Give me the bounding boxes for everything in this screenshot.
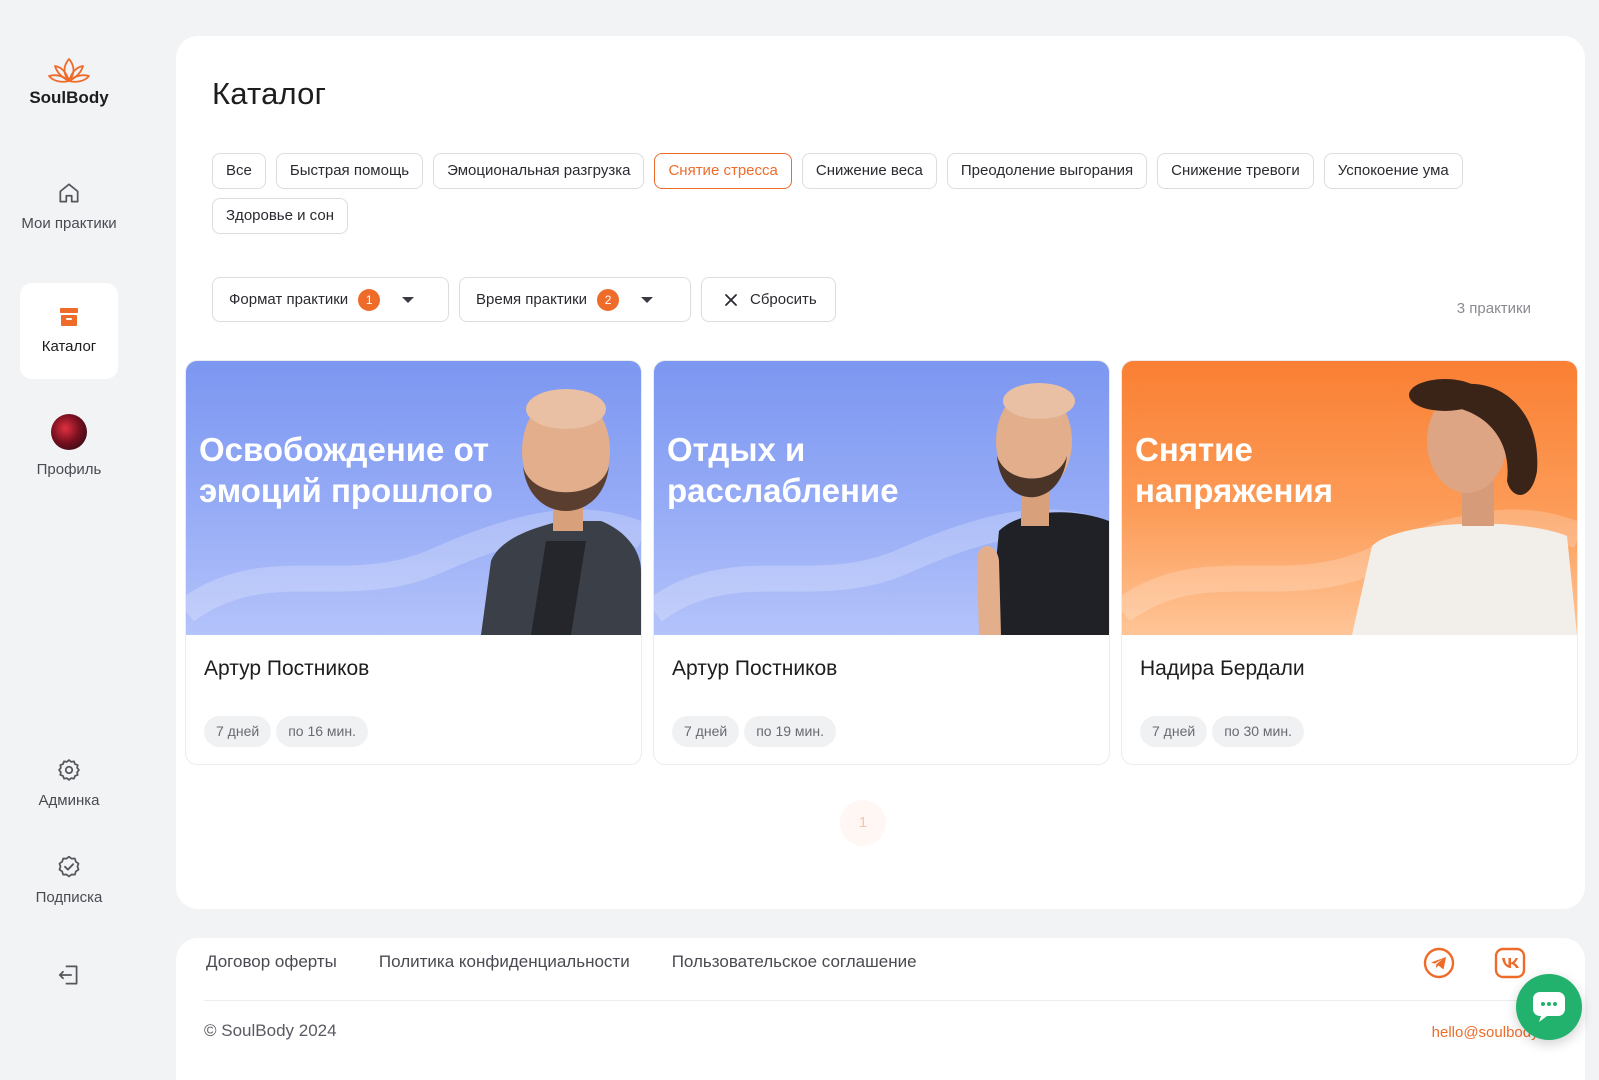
practice-cards: Освобождение от эмоций прошлого Артур По…	[185, 360, 1578, 765]
sidebar-item-label: Подписка	[35, 889, 103, 906]
chip-calm-mind[interactable]: Успокоение ума	[1323, 153, 1463, 189]
practice-card[interactable]: Отдых и расслабление Артур Постников 7 д…	[653, 360, 1110, 765]
card-author: Надира Бердали	[1140, 657, 1305, 680]
days-tag: 7 дней	[672, 716, 740, 747]
filters-bar: Формат практики 1 Время практики 2 Сброс…	[212, 277, 836, 322]
footer-divider	[204, 1000, 1557, 1001]
sidebar-item-subscription[interactable]: Подписка	[20, 854, 118, 907]
chevron-down-icon	[641, 296, 654, 303]
avatar	[51, 414, 87, 450]
telegram-icon[interactable]	[1422, 946, 1456, 980]
footer-links: Договор оферты Политика конфиденциальнос…	[206, 952, 917, 972]
chip-stress-relief[interactable]: Снятие стресса	[654, 153, 792, 189]
card-cover: Отдых и расслабление	[654, 361, 1109, 635]
card-cover: Снятие напряжения	[1122, 361, 1577, 635]
results-count: 3 практики	[1456, 300, 1531, 317]
category-chips: Все Быстрая помощь Эмоциональная разгруз…	[212, 153, 1552, 234]
chevron-down-icon	[402, 296, 415, 303]
lotus-icon	[48, 58, 90, 83]
card-author: Артур Постников	[204, 657, 370, 680]
logout-icon	[58, 965, 78, 985]
duration-tag: по 19 мин.	[744, 716, 836, 747]
card-tags: 7 дней по 19 мин.	[672, 716, 836, 747]
pagination-page[interactable]: 1	[840, 800, 886, 846]
chip-anxiety[interactable]: Снижение тревоги	[1157, 153, 1314, 189]
sidebar-item-label: Каталог	[41, 338, 97, 355]
time-filter-label: Время практики	[476, 291, 588, 308]
format-filter-dropdown[interactable]: Формат практики 1	[212, 277, 449, 322]
sidebar-item-admin[interactable]: Админка	[20, 757, 118, 810]
verified-badge-icon	[58, 855, 80, 878]
card-title: Снятие напряжения	[1135, 431, 1333, 509]
sidebar-item-profile[interactable]: Профиль	[20, 414, 118, 479]
footer-link-terms[interactable]: Пользовательское соглашение	[672, 952, 917, 972]
gear-icon	[58, 759, 80, 781]
sidebar: SoulBody Мои практики Каталог Профиль Ад…	[0, 0, 140, 1080]
instructor-photo	[977, 383, 1109, 635]
format-filter-label: Формат практики	[229, 291, 349, 308]
chip-all[interactable]: Все	[212, 153, 266, 189]
time-filter-count-badge: 2	[597, 288, 620, 311]
brand-name: SoulBody	[29, 88, 109, 107]
sidebar-item-label: Админка	[38, 792, 100, 809]
card-tags: 7 дней по 16 мин.	[204, 716, 368, 747]
chip-weight-loss[interactable]: Снижение веса	[801, 153, 937, 189]
chip-health-sleep[interactable]: Здоровье и сон	[212, 198, 348, 234]
sidebar-item-label: Профиль	[36, 461, 102, 478]
chip-emotional-relief[interactable]: Эмоциональная разгрузка	[433, 153, 645, 189]
card-author: Артур Постников	[672, 657, 838, 680]
footer: Договор оферты Политика конфиденциальнос…	[176, 938, 1585, 1080]
chat-widget-button[interactable]	[1516, 974, 1582, 1040]
days-tag: 7 дней	[204, 716, 272, 747]
page-title: Каталог	[212, 76, 327, 111]
logo[interactable]: SoulBody	[20, 56, 118, 108]
chat-icon	[1533, 992, 1565, 1022]
close-icon	[725, 293, 737, 306]
chip-burnout[interactable]: Преодоление выгорания	[946, 153, 1148, 189]
sidebar-item-my-practices[interactable]: Мои практики	[20, 180, 118, 233]
reset-filters-button[interactable]: Сбросить	[701, 277, 836, 322]
logout-button[interactable]	[20, 962, 118, 996]
card-tags: 7 дней по 30 мин.	[1140, 716, 1304, 747]
duration-tag: по 16 мин.	[276, 716, 368, 747]
catalog-panel: Каталог Все Быстрая помощь Эмоциональная…	[176, 36, 1585, 909]
card-cover: Освобождение от эмоций прошлого	[186, 361, 641, 635]
duration-tag: по 30 мин.	[1212, 716, 1304, 747]
chip-quick-help[interactable]: Быстрая помощь	[275, 153, 424, 189]
vk-icon[interactable]	[1493, 946, 1527, 980]
sidebar-item-catalog[interactable]: Каталог	[20, 283, 118, 379]
home-icon	[59, 183, 79, 203]
catalog-box-icon	[60, 308, 78, 326]
practice-card[interactable]: Освобождение от эмоций прошлого Артур По…	[185, 360, 642, 765]
footer-link-privacy[interactable]: Политика конфиденциальности	[379, 952, 630, 972]
time-filter-dropdown[interactable]: Время практики 2	[459, 277, 691, 322]
practice-card[interactable]: Снятие напряжения Надира Бердали 7 дней …	[1121, 360, 1578, 765]
footer-link-offer[interactable]: Договор оферты	[206, 952, 337, 972]
card-title: Освобождение от эмоций прошлого	[199, 431, 493, 509]
card-title: Отдых и расслабление	[667, 431, 899, 509]
reset-filters-label: Сбросить	[750, 291, 817, 308]
days-tag: 7 дней	[1140, 716, 1208, 747]
sidebar-item-label: Мои практики	[21, 215, 117, 232]
format-filter-count-badge: 1	[358, 288, 381, 311]
copyright: © SoulBody 2024	[204, 1021, 337, 1040]
